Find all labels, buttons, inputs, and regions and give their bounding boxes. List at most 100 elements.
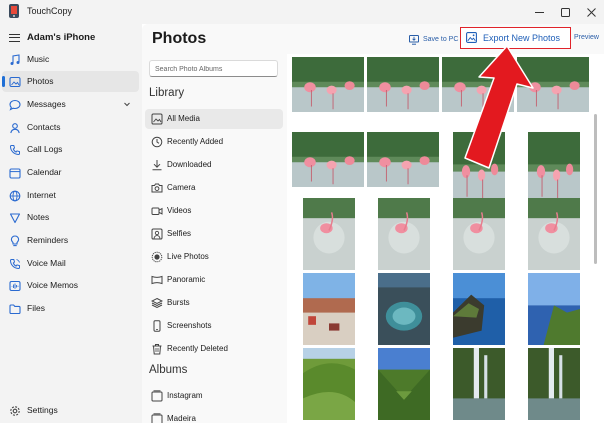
- library-heading: Library: [149, 87, 185, 99]
- photo-thumbnail[interactable]: [367, 57, 439, 112]
- photo-thumbnail[interactable]: [303, 273, 355, 345]
- photo-thumbnail[interactable]: [292, 57, 364, 112]
- calendar-icon: [9, 168, 21, 179]
- save-to-pc-label: Save to PC: [423, 36, 459, 43]
- photo-image: [303, 198, 355, 270]
- globe-icon: [9, 190, 21, 202]
- photo-thumbnail[interactable]: [367, 132, 439, 187]
- sidebar-item-notes[interactable]: Notes: [2, 207, 139, 228]
- close-button[interactable]: [578, 0, 604, 24]
- annotation-arrow-icon: [464, 45, 534, 169]
- album-item-videos[interactable]: Videos: [145, 201, 283, 221]
- album-item-recently-added[interactable]: Recently Added: [145, 132, 283, 152]
- photo-image: [453, 348, 505, 420]
- voicemail-icon: [9, 259, 20, 270]
- photo-grid: [287, 54, 604, 423]
- sidebar-item-label: Notes: [27, 212, 50, 222]
- sidebar-item-label: Photos: [27, 76, 54, 86]
- save-to-pc-button[interactable]: Save to PC: [409, 33, 458, 46]
- album-icon: [151, 390, 163, 402]
- photo-thumbnail[interactable]: [378, 348, 430, 420]
- album-item-madeira[interactable]: Madeira: [145, 409, 283, 423]
- sidebar-item-label: Reminders: [27, 235, 69, 245]
- maximize-icon: [560, 7, 570, 17]
- photo-image: [528, 273, 580, 345]
- photo-thumbnail[interactable]: [528, 132, 580, 204]
- album-item-screenshots[interactable]: Screenshots: [145, 316, 283, 336]
- photo-thumbnail[interactable]: [378, 198, 430, 270]
- sidebar-item-label: Contacts: [27, 122, 61, 132]
- search-box[interactable]: [149, 60, 278, 77]
- photo-image: [378, 273, 430, 345]
- album-item-panoramic[interactable]: Panoramic: [145, 270, 283, 290]
- sidebar-item-files[interactable]: Files: [2, 298, 139, 319]
- album-label: Screenshots: [167, 321, 212, 330]
- close-icon: [586, 7, 596, 17]
- camera-icon: [151, 183, 163, 193]
- photo-thumbnail[interactable]: [303, 348, 355, 420]
- message-icon: [9, 99, 21, 111]
- album-label: Panoramic: [167, 275, 206, 284]
- sidebar-item-voice-memos[interactable]: Voice Memos: [2, 275, 139, 296]
- sidebar-item-label: Voice Mail: [27, 258, 66, 268]
- clock-icon: [151, 136, 163, 148]
- photo-thumbnail[interactable]: [378, 273, 430, 345]
- photo-image: [292, 57, 364, 112]
- photo-image: [378, 198, 430, 270]
- photo-thumbnail[interactable]: [453, 348, 505, 420]
- sidebar-item-music[interactable]: Music: [2, 49, 139, 70]
- settings-button[interactable]: Settings: [2, 400, 139, 421]
- video-icon: [151, 207, 163, 215]
- sidebar-item-call-logs[interactable]: Call Logs: [2, 139, 139, 160]
- sidebar-item-contacts[interactable]: Contacts: [2, 117, 139, 138]
- sidebar-item-reminders[interactable]: Reminders: [2, 230, 139, 251]
- maximize-button[interactable]: [552, 0, 578, 24]
- album-item-all-media[interactable]: All Media: [145, 109, 283, 129]
- photo-image: [528, 132, 580, 204]
- sidebar-item-messages[interactable]: Messages: [2, 94, 139, 115]
- album-item-selfies[interactable]: Selfies: [145, 224, 283, 244]
- album-item-recently-deleted[interactable]: Recently Deleted: [145, 339, 283, 359]
- photo-image: [367, 132, 439, 187]
- album-item-live-photos[interactable]: Live Photos: [145, 247, 283, 267]
- sidebar-item-label: Music: [27, 54, 50, 64]
- search-input[interactable]: [155, 63, 273, 75]
- minimize-button[interactable]: [526, 0, 552, 24]
- photo-thumbnail[interactable]: [292, 132, 364, 187]
- photo-thumbnail[interactable]: [528, 198, 580, 270]
- menu-icon[interactable]: [9, 34, 20, 42]
- album-label: Downloaded: [167, 160, 212, 169]
- sidebar-item-label: Files: [27, 303, 45, 313]
- all-media-icon: [151, 113, 163, 125]
- chevron-down-icon[interactable]: [123, 100, 131, 108]
- photo-thumbnail[interactable]: [528, 348, 580, 420]
- photo-thumbnail[interactable]: [303, 198, 355, 270]
- album-item-bursts[interactable]: Bursts: [145, 293, 283, 313]
- sidebar-item-voice-mail[interactable]: Voice Mail: [2, 253, 139, 274]
- album-icon: [151, 413, 163, 423]
- trash-icon: [152, 344, 162, 355]
- sidebar-item-internet[interactable]: Internet: [2, 185, 139, 206]
- sidebar-item-label: Call Logs: [27, 144, 63, 154]
- album-label: Recently Added: [167, 137, 224, 146]
- preview-button[interactable]: Preview: [574, 34, 599, 41]
- album-item-camera[interactable]: Camera: [145, 178, 283, 198]
- sidebar-item-label: Messages: [27, 99, 66, 109]
- album-item-downloaded[interactable]: Downloaded: [145, 155, 283, 175]
- photo-thumbnail[interactable]: [528, 273, 580, 345]
- settings-label: Settings: [27, 405, 58, 415]
- sidebar-item-photos[interactable]: Photos: [2, 71, 139, 92]
- burst-icon: [151, 297, 163, 309]
- album-item-instagram[interactable]: Instagram: [145, 386, 283, 406]
- sidebar-item-label: Calendar: [27, 167, 62, 177]
- album-label: Instagram: [167, 391, 203, 400]
- scrollbar[interactable]: [594, 114, 597, 264]
- photo-thumbnail[interactable]: [453, 198, 505, 270]
- panorama-icon: [151, 275, 163, 285]
- download-icon: [152, 160, 162, 171]
- photo-thumbnail[interactable]: [453, 273, 505, 345]
- device-name: Adam's iPhone: [27, 32, 96, 43]
- sidebar-item-label: Voice Memos: [27, 280, 79, 290]
- voice-memo-icon: [9, 280, 21, 292]
- sidebar-item-calendar[interactable]: Calendar: [2, 162, 139, 183]
